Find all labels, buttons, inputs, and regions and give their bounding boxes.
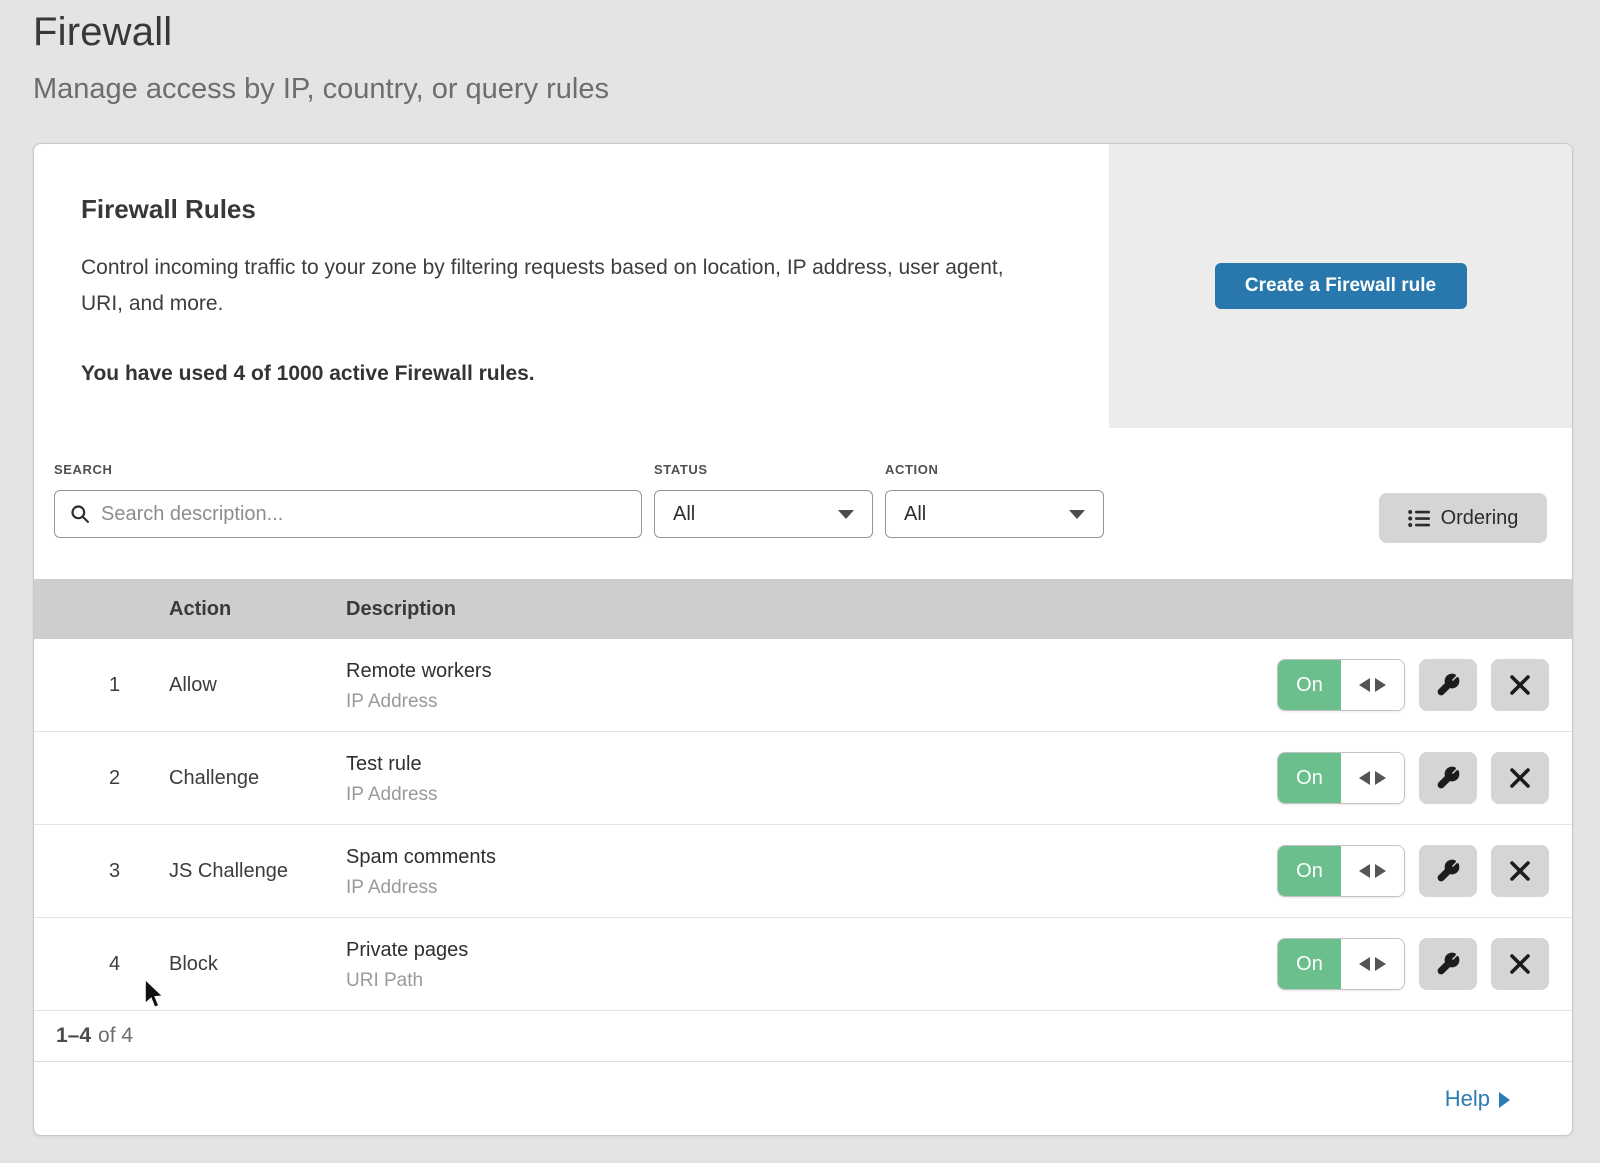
rule-description-cell: Private pages URI Path [346,937,1272,992]
rule-enabled-toggle[interactable]: On [1277,752,1405,804]
action-selected-value: All [904,503,926,526]
pagination-total: of 4 [98,1024,133,1048]
hero-section: Firewall Rules Control incoming traffic … [34,144,1572,428]
rule-match-field: IP Address [346,784,1272,806]
close-icon [1509,674,1531,696]
status-label: STATUS [654,462,873,477]
delete-rule-button[interactable] [1491,938,1549,990]
hero-text-block: Firewall Rules Control incoming traffic … [34,144,1109,428]
rule-action: Allow [169,674,346,697]
edit-rule-button[interactable] [1419,752,1477,804]
wrench-icon [1436,673,1460,697]
rule-description: Remote workers [346,658,1272,685]
rule-description: Spam comments [346,844,1272,871]
wrench-icon [1436,766,1460,790]
rule-description-cell: Remote workers IP Address [346,658,1272,713]
status-filter-group: STATUS All [654,462,873,579]
delete-rule-button[interactable] [1491,752,1549,804]
usage-summary: You have used 4 of 1000 active Firewall … [81,362,1049,386]
rule-match-field: IP Address [346,691,1272,713]
action-select[interactable]: All [885,490,1104,538]
page-header: Firewall Manage access by IP, country, o… [33,10,609,106]
table-body: 1 Allow Remote workers IP Address On [34,639,1572,1011]
help-row: Help [34,1061,1572,1135]
toggle-on-label[interactable]: On [1278,660,1341,710]
hero-action-panel: Create a Firewall rule [1109,144,1572,428]
search-icon [70,504,90,524]
table-row: 1 Allow Remote workers IP Address On [34,639,1572,732]
rule-controls: On [1272,845,1572,897]
wrench-icon [1436,859,1460,883]
rule-action: Block [169,953,346,976]
rule-description-cell: Test rule IP Address [346,751,1272,806]
rule-enabled-toggle[interactable]: On [1277,659,1405,711]
rule-description-cell: Spam comments IP Address [346,844,1272,899]
wrench-icon [1436,952,1460,976]
edit-rule-button[interactable] [1419,659,1477,711]
rule-controls: On [1272,659,1572,711]
ordering-button[interactable]: Ordering [1379,493,1547,543]
page-subtitle: Manage access by IP, country, or query r… [33,73,609,106]
filter-bar: SEARCH STATUS All ACTION All [34,428,1572,579]
rule-priority: 2 [34,767,169,790]
table-header: Action Description [34,579,1572,639]
chevron-down-icon [1069,510,1085,519]
rule-priority: 4 [34,953,169,976]
section-description: Control incoming traffic to your zone by… [81,250,1041,322]
search-filter-group: SEARCH [54,462,642,579]
rule-description: Private pages [346,937,1272,964]
rule-controls: On [1272,752,1572,804]
rule-match-field: IP Address [346,877,1272,899]
close-icon [1509,953,1531,975]
pagination-range: 1–4 [56,1024,91,1048]
toggle-on-label[interactable]: On [1278,753,1341,803]
edit-rule-button[interactable] [1419,938,1477,990]
rule-action: Challenge [169,767,346,790]
page-title: Firewall [33,10,609,55]
rule-action: JS Challenge [169,860,346,883]
description-column-header: Description [346,598,1272,621]
action-label: ACTION [885,462,1104,477]
toggle-on-label[interactable]: On [1278,939,1341,989]
toggle-arrows-icon[interactable] [1341,753,1404,803]
toggle-arrows-icon[interactable] [1341,846,1404,896]
rule-match-field: URI Path [346,970,1272,992]
help-link[interactable]: Help [1445,1086,1510,1112]
arrow-right-icon [1499,1092,1510,1108]
rule-priority: 1 [34,674,169,697]
status-selected-value: All [673,503,695,526]
edit-rule-button[interactable] [1419,845,1477,897]
ordering-button-label: Ordering [1441,507,1519,530]
status-select[interactable]: All [654,490,873,538]
toggle-on-label[interactable]: On [1278,846,1341,896]
action-filter-group: ACTION All [885,462,1104,579]
rule-enabled-toggle[interactable]: On [1277,845,1405,897]
action-column-header: Action [169,598,346,621]
create-firewall-rule-button[interactable]: Create a Firewall rule [1215,263,1467,309]
help-link-label: Help [1445,1086,1490,1112]
pagination-row: 1–4 of 4 [34,1011,1572,1061]
search-label: SEARCH [54,462,642,477]
delete-rule-button[interactable] [1491,845,1549,897]
table-row: 3 JS Challenge Spam comments IP Address … [34,825,1572,918]
table-row: 2 Challenge Test rule IP Address On [34,732,1572,825]
table-row: 4 Block Private pages URI Path On [34,918,1572,1011]
toggle-arrows-icon[interactable] [1341,939,1404,989]
toggle-arrows-icon[interactable] [1341,660,1404,710]
close-icon [1509,860,1531,882]
delete-rule-button[interactable] [1491,659,1549,711]
rule-controls: On [1272,938,1572,990]
rule-description: Test rule [346,751,1272,778]
chevron-down-icon [838,510,854,519]
ordered-list-icon [1408,509,1430,528]
rule-priority: 3 [34,860,169,883]
firewall-rules-card: Firewall Rules Control incoming traffic … [33,143,1573,1136]
rule-enabled-toggle[interactable]: On [1277,938,1405,990]
search-input[interactable] [54,490,642,538]
search-input-wrap [54,490,642,538]
section-title: Firewall Rules [81,194,1049,225]
close-icon [1509,767,1531,789]
